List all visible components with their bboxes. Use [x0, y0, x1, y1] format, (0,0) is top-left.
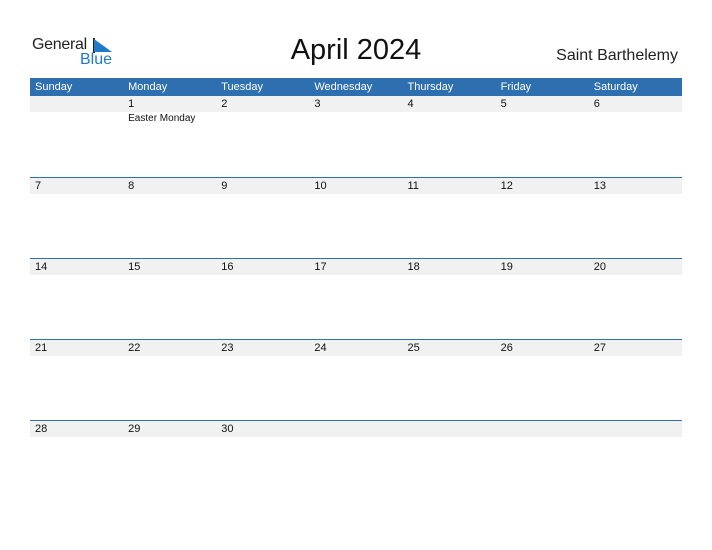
- day-number: 8: [128, 180, 135, 192]
- day-cell: 27: [589, 340, 682, 356]
- day-number: 25: [407, 342, 420, 354]
- day-number: [501, 421, 589, 437]
- day-cell: [403, 421, 496, 437]
- day-cell: 14: [30, 259, 123, 275]
- day-cell: 20: [589, 259, 682, 275]
- week-cells: 21 22 23 24 25 26 27: [30, 340, 682, 356]
- weekday-tuesday: Tuesday: [221, 81, 264, 93]
- day-number: 16: [221, 261, 234, 273]
- day-cell: 25: [403, 340, 496, 356]
- weekday-friday: Friday: [500, 81, 532, 93]
- day-number: 11: [407, 180, 419, 192]
- day-cell: 17: [309, 259, 402, 275]
- weekday-thursday: Thursday: [407, 81, 454, 93]
- day-cell: 26: [496, 340, 589, 356]
- day-cell: 12: [496, 178, 589, 194]
- day-cell: 16: [216, 259, 309, 275]
- day-cell: 24: [309, 340, 402, 356]
- day-number: 30: [221, 423, 234, 435]
- day-cell: 21: [30, 340, 123, 356]
- weekday-header: Sunday Monday Tuesday Wednesday Thursday…: [30, 78, 682, 96]
- day-cell: 29: [123, 421, 216, 437]
- weekday-saturday: Saturday: [593, 81, 638, 93]
- day-number: [408, 421, 496, 437]
- day-cell: 23: [216, 340, 309, 356]
- day-number: 9: [221, 180, 228, 192]
- day-cell: 2: [216, 96, 309, 126]
- day-number: 28: [35, 423, 48, 435]
- day-number: 2: [221, 98, 228, 110]
- day-cell: 22: [123, 340, 216, 356]
- day-cell: 4: [403, 96, 496, 126]
- day-cell: 7: [30, 178, 123, 194]
- day-cell: [589, 421, 682, 437]
- day-cell: 5: [496, 96, 589, 126]
- country-name: Saint Barthelemy: [556, 47, 678, 64]
- day-number: 1: [128, 98, 135, 110]
- day-number: 23: [221, 342, 234, 354]
- day-cell: 10: [309, 178, 402, 194]
- weekday-sunday: Sunday: [35, 81, 73, 93]
- weekday-monday: Monday: [128, 81, 168, 93]
- day-cell: 15: [123, 259, 216, 275]
- day-number: 10: [314, 180, 327, 192]
- day-number: 22: [128, 342, 141, 354]
- week-row: 7 8 9 10 11 12 13: [30, 177, 682, 258]
- day-number: 27: [593, 342, 606, 354]
- week-cells: 1 Easter Monday 2 3 4 5 6: [30, 96, 682, 126]
- week-row: 28 29 30: [30, 420, 682, 501]
- day-number: 24: [314, 342, 327, 354]
- day-number: 17: [314, 261, 327, 273]
- day-cell: 11: [403, 178, 496, 194]
- day-number: 13: [593, 180, 606, 192]
- day-cell: 18: [403, 259, 496, 275]
- week-cells: 14 15 16 17 18 19 20: [30, 259, 682, 275]
- week-cells: 28 29 30: [30, 421, 682, 437]
- day-number: 20: [593, 261, 606, 273]
- day-number: 15: [128, 261, 141, 273]
- day-number: [314, 421, 402, 437]
- day-cell: 13: [589, 178, 682, 194]
- day-number: [594, 421, 682, 437]
- day-number: 26: [500, 342, 513, 354]
- day-cell: 1 Easter Monday: [123, 96, 216, 126]
- day-cell: [309, 421, 402, 437]
- day-number: 5: [500, 98, 507, 110]
- day-number: 7: [35, 180, 42, 192]
- day-cell: 9: [216, 178, 309, 194]
- day-cell: [496, 421, 589, 437]
- day-cell: 28: [30, 421, 123, 437]
- week-row: 14 15 16 17 18 19 20: [30, 258, 682, 339]
- day-number: 18: [407, 261, 420, 273]
- day-number: 12: [500, 180, 513, 192]
- week-row: 21 22 23 24 25 26 27: [30, 339, 682, 420]
- week-cells: 7 8 9 10 11 12 13: [30, 178, 682, 194]
- day-number: 14: [35, 261, 48, 273]
- week-row: 1 Easter Monday 2 3 4 5 6: [30, 96, 682, 177]
- day-number: 4: [407, 98, 414, 110]
- day-number: 21: [35, 342, 48, 354]
- day-cell: 30: [216, 421, 309, 437]
- day-number: [35, 96, 123, 112]
- day-number: 3: [314, 98, 321, 110]
- day-number: 29: [128, 423, 141, 435]
- day-number: 6: [593, 98, 600, 110]
- holiday-label: Easter Monday: [128, 113, 196, 124]
- day-cell: 6: [589, 96, 682, 126]
- day-cell: [30, 96, 123, 126]
- day-cell: 8: [123, 178, 216, 194]
- day-cell: 3: [309, 96, 402, 126]
- day-cell: 19: [496, 259, 589, 275]
- day-number: 19: [500, 261, 513, 273]
- weekday-wednesday: Wednesday: [314, 81, 373, 93]
